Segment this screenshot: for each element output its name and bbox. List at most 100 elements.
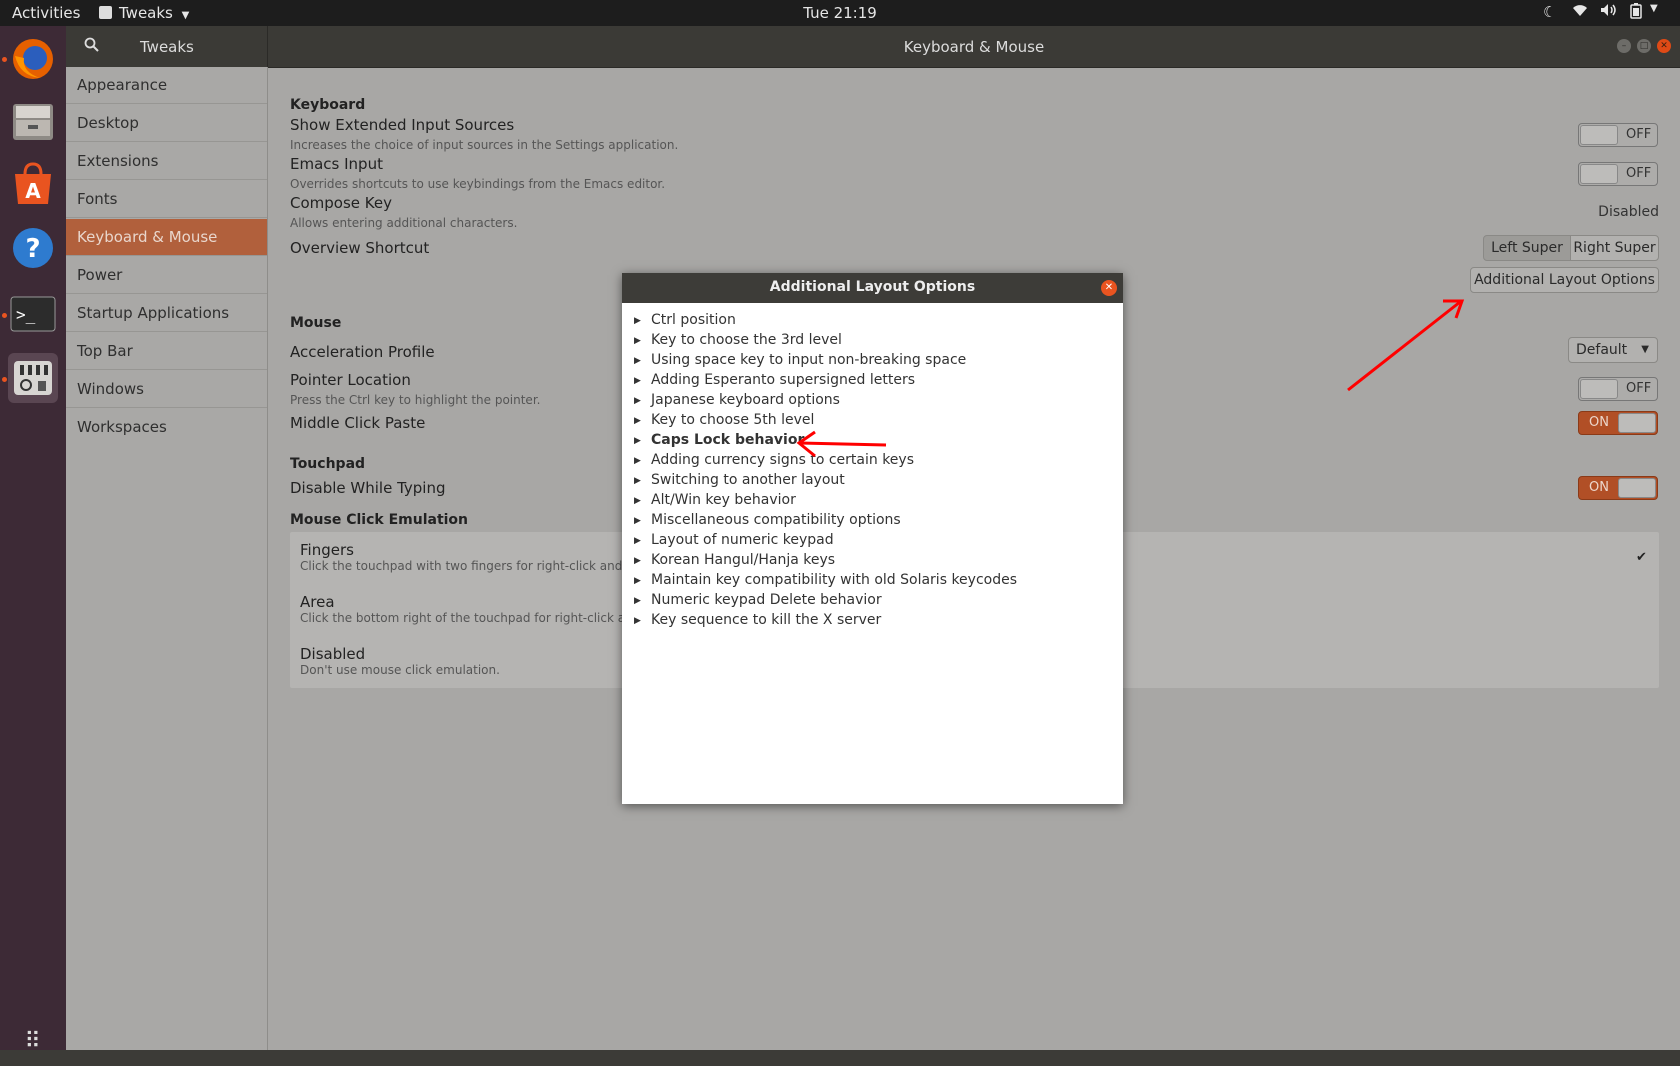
expander-icon[interactable]: ▶ — [634, 416, 651, 426]
volume-icon[interactable] — [1600, 3, 1618, 21]
compose-key-title: Compose Key — [290, 194, 392, 212]
option-label: Adding currency signs to certain keys — [651, 452, 914, 468]
system-menu-chevron-icon[interactable]: ▼ — [1650, 3, 1658, 14]
svg-text:>_: >_ — [16, 305, 36, 324]
minimize-icon: – — [1621, 41, 1627, 51]
sidebar-item-keyboard-mouse[interactable]: Keyboard & Mouse — [66, 219, 267, 256]
search-button[interactable] — [74, 34, 108, 60]
help-icon[interactable]: ? — [8, 223, 58, 273]
option-solaris[interactable]: ▶ Maintain key compatibility with old Sol… — [634, 572, 1017, 592]
disabled-option-title[interactable]: Disabled — [300, 645, 365, 663]
wifi-icon[interactable] — [1572, 3, 1588, 21]
left-super-button[interactable]: Left Super — [1483, 235, 1571, 261]
area-option-title[interactable]: Area — [300, 593, 335, 611]
sidebar-item-top-bar[interactable]: Top Bar — [66, 333, 267, 370]
option-3rd-level[interactable]: ▶ Key to choose the 3rd level — [634, 332, 842, 352]
option-currency[interactable]: ▶ Adding currency signs to certain keys — [634, 452, 914, 472]
option-nbsp[interactable]: ▶ Using space key to input non-breaking s… — [634, 352, 966, 372]
overview-shortcut-title: Overview Shortcut — [290, 239, 430, 257]
emacs-input-switch[interactable]: OFF — [1578, 162, 1658, 186]
show-applications-icon[interactable]: ⠿ — [8, 1016, 58, 1066]
running-indicator — [2, 377, 7, 382]
minimize-button[interactable]: – — [1617, 39, 1631, 53]
sidebar-item-windows[interactable]: Windows — [66, 371, 267, 408]
middle-click-paste-switch[interactable]: ON — [1578, 411, 1658, 435]
option-alt-win[interactable]: ▶ Alt/Win key behavior — [634, 492, 796, 512]
sidebar-item-desktop[interactable]: Desktop — [66, 105, 267, 142]
pointer-location-switch[interactable]: OFF — [1578, 377, 1658, 401]
sidebar-item-startup-applications[interactable]: Startup Applications — [66, 295, 267, 332]
option-label: Layout of numeric keypad — [651, 532, 834, 548]
disable-while-typing-title: Disable While Typing — [290, 479, 446, 497]
extended-input-switch[interactable]: OFF — [1578, 123, 1658, 147]
switch-knob — [1618, 413, 1656, 433]
option-kill-x[interactable]: ▶ Key sequence to kill the X server — [634, 612, 881, 632]
expander-icon[interactable]: ▶ — [634, 576, 651, 586]
option-label: Key to choose the 3rd level — [651, 332, 842, 348]
expander-icon[interactable]: ▶ — [634, 596, 651, 606]
option-switch-layout[interactable]: ▶ Switching to another layout — [634, 472, 845, 492]
expander-icon[interactable]: ▶ — [634, 356, 651, 366]
expander-icon[interactable]: ▶ — [634, 336, 651, 346]
expander-icon[interactable]: ▶ — [634, 396, 651, 406]
option-numeric-keypad[interactable]: ▶ Layout of numeric keypad — [634, 532, 834, 552]
svg-text:?: ? — [25, 234, 40, 264]
option-misc[interactable]: ▶ Miscellaneous compatibility options — [634, 512, 901, 532]
night-light-icon[interactable]: ☾ — [1543, 3, 1556, 21]
additional-layout-options-button[interactable]: Additional Layout Options — [1470, 267, 1659, 293]
expander-icon[interactable]: ▶ — [634, 496, 651, 506]
tweaks-icon[interactable] — [8, 353, 58, 403]
switch-knob — [1580, 164, 1618, 184]
files-icon[interactable] — [8, 96, 58, 146]
sidebar-item-fonts[interactable]: Fonts — [66, 181, 267, 218]
expander-icon[interactable]: ▶ — [634, 476, 651, 486]
option-label: Miscellaneous compatibility options — [651, 512, 901, 528]
expander-icon[interactable]: ▶ — [634, 376, 651, 386]
selected-check-icon: ✔ — [1636, 550, 1647, 565]
sidebar-item-power[interactable]: Power — [66, 257, 267, 294]
dock: A ? >_ ⠿ — [0, 26, 66, 1054]
fingers-option-title[interactable]: Fingers — [300, 541, 354, 559]
sidebar-item-appearance[interactable]: Appearance — [66, 67, 267, 104]
option-label: Key sequence to kill the X server — [651, 612, 882, 628]
option-keypad-delete[interactable]: ▶ Numeric keypad Delete behavior — [634, 592, 882, 612]
compose-key-value[interactable]: Disabled — [1580, 204, 1659, 220]
disable-while-typing-switch[interactable]: ON — [1578, 476, 1658, 500]
disabled-option-desc: Don't use mouse click emulation. — [300, 663, 500, 677]
option-label: Alt/Win key behavior — [651, 492, 796, 508]
option-ctrl-position[interactable]: ▶ Ctrl position — [634, 312, 736, 332]
area-option-desc: Click the bottom right of the touchpad f… — [300, 611, 649, 625]
dialog-close-button[interactable]: ✕ — [1101, 280, 1117, 296]
running-indicator — [2, 313, 7, 318]
sidebar-item-workspaces[interactable]: Workspaces — [66, 409, 267, 446]
keyboard-heading: Keyboard — [290, 97, 366, 113]
sidebar-item-extensions[interactable]: Extensions — [66, 143, 267, 180]
expander-icon[interactable]: ▶ — [634, 316, 651, 326]
option-korean[interactable]: ▶ Korean Hangul/Hanja keys — [634, 552, 835, 572]
acceleration-profile-dropdown[interactable]: Default ▼ — [1568, 337, 1658, 363]
option-label: Key to choose 5th level — [651, 412, 815, 428]
expander-icon[interactable]: ▶ — [634, 556, 651, 566]
battery-icon[interactable] — [1630, 3, 1642, 23]
terminal-icon[interactable]: >_ — [8, 289, 58, 339]
option-label: Numeric keypad Delete behavior — [651, 592, 882, 608]
expander-icon[interactable]: ▶ — [634, 456, 651, 466]
expander-icon[interactable]: ▶ — [634, 436, 651, 446]
close-button[interactable]: ✕ — [1657, 39, 1671, 53]
option-japanese[interactable]: ▶ Japanese keyboard options — [634, 392, 840, 412]
maximize-button[interactable]: □ — [1637, 39, 1651, 53]
option-esperanto[interactable]: ▶ Adding Esperanto supersigned letters — [634, 372, 915, 392]
software-center-icon[interactable]: A — [8, 159, 58, 209]
option-5th-level[interactable]: ▶ Key to choose 5th level — [634, 412, 814, 432]
option-caps-lock[interactable]: ▶ Caps Lock behavior — [634, 432, 804, 452]
expander-icon[interactable]: ▶ — [634, 516, 651, 526]
switch-knob — [1580, 125, 1618, 145]
clock[interactable]: Tue 21:19 — [0, 4, 1680, 22]
expander-icon[interactable]: ▶ — [634, 536, 651, 546]
firefox-icon[interactable] — [8, 34, 58, 84]
extended-input-title: Show Extended Input Sources — [290, 116, 515, 134]
expander-icon[interactable]: ▶ — [634, 616, 651, 626]
right-super-button[interactable]: Right Super — [1570, 235, 1659, 261]
option-label: Switching to another layout — [651, 472, 845, 488]
acceleration-profile-title: Acceleration Profile — [290, 343, 435, 361]
